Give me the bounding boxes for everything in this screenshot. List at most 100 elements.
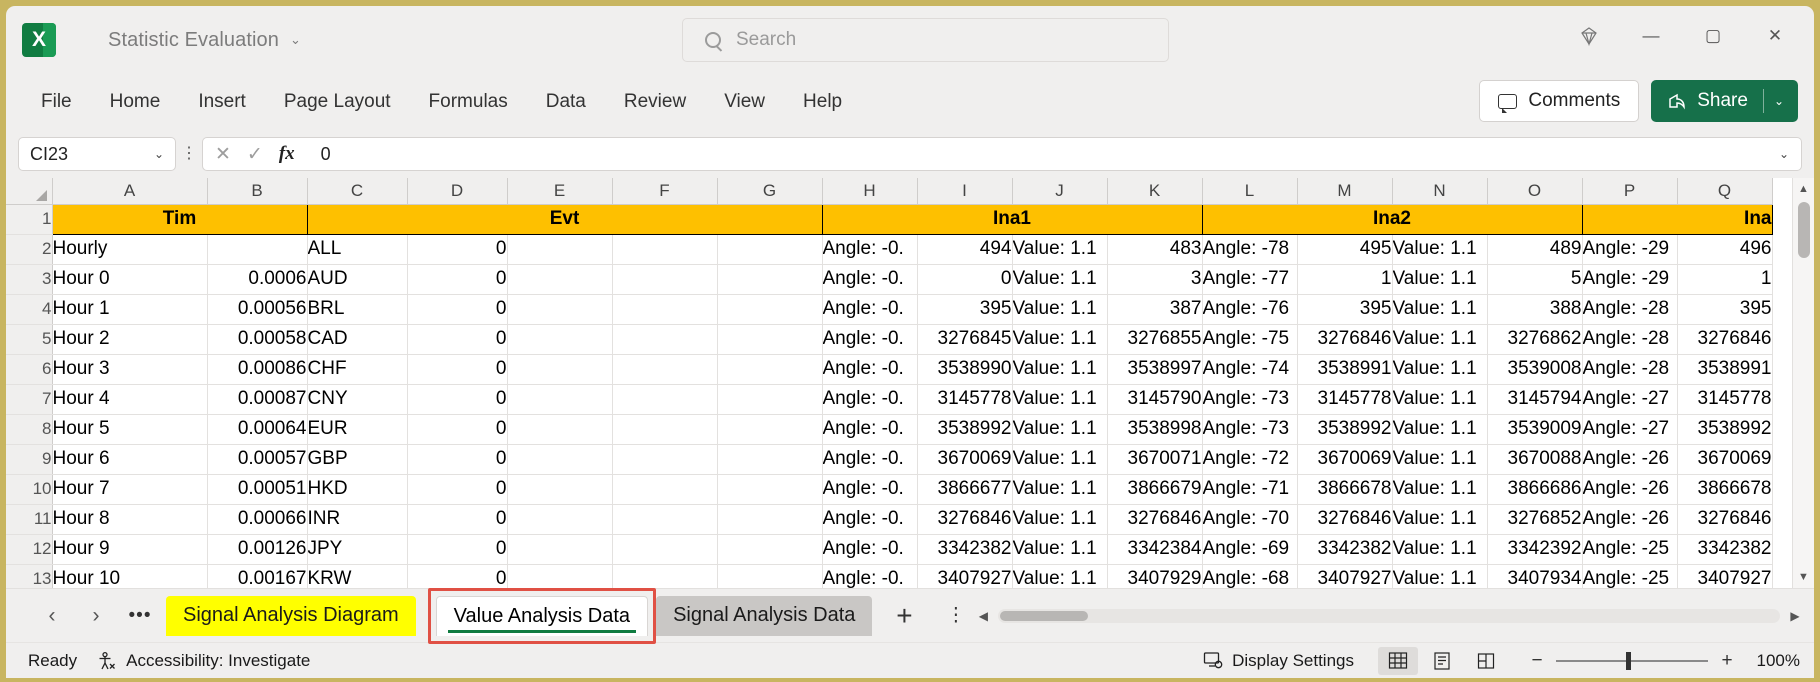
cell-B8[interactable]: 0.00064 <box>207 414 308 445</box>
cell-J12[interactable]: Value: 1.1 <box>1012 534 1108 565</box>
cell-B11[interactable]: 0.00066 <box>207 504 308 535</box>
cell-B6[interactable]: 0.00086 <box>207 354 308 385</box>
cell-C13[interactable]: KRW <box>307 564 408 588</box>
cell-C12[interactable]: JPY <box>307 534 408 565</box>
cell-A4[interactable]: Hour 1 <box>52 294 208 325</box>
chevron-down-icon[interactable]: ⌄ <box>290 32 301 48</box>
cell-L10[interactable]: Angle: -71 <box>1202 474 1298 505</box>
cell-O2[interactable]: 489 <box>1487 234 1583 265</box>
tab-formulas[interactable]: Formulas <box>412 84 525 120</box>
cell-H13[interactable]: Angle: -0. <box>822 564 918 588</box>
cell-O13[interactable]: 3407934 <box>1487 564 1583 588</box>
cell-K12[interactable]: 3342384 <box>1107 534 1203 565</box>
cell-D13[interactable]: 0 <box>407 564 508 588</box>
cell-I3[interactable]: 0 <box>917 264 1013 295</box>
cell-O7[interactable]: 3145794 <box>1487 384 1583 415</box>
cell-A12[interactable]: Hour 9 <box>52 534 208 565</box>
cell-L6[interactable]: Angle: -74 <box>1202 354 1298 385</box>
cell-E5[interactable] <box>507 324 613 355</box>
cell-N3[interactable]: Value: 1.1 <box>1392 264 1488 295</box>
maximize-button[interactable]: ▢ <box>1682 14 1744 58</box>
cell-A10[interactable]: Hour 7 <box>52 474 208 505</box>
cell-E11[interactable] <box>507 504 613 535</box>
column-header-h[interactable]: H <box>822 178 918 205</box>
cell-O9[interactable]: 3670088 <box>1487 444 1583 475</box>
row-header-5[interactable]: 5 <box>6 324 53 355</box>
cell-L8[interactable]: Angle: -73 <box>1202 414 1298 445</box>
formula-input[interactable]: 0 ⌄ <box>306 137 1802 171</box>
column-header-a[interactable]: A <box>52 178 208 205</box>
cell-B4[interactable]: 0.00056 <box>207 294 308 325</box>
column-header-m[interactable]: M <box>1297 178 1393 205</box>
cell-N6[interactable]: Value: 1.1 <box>1392 354 1488 385</box>
cell-H8[interactable]: Angle: -0. <box>822 414 918 445</box>
cell-D12[interactable]: 0 <box>407 534 508 565</box>
cell-N4[interactable]: Value: 1.1 <box>1392 294 1488 325</box>
cell-A3[interactable]: Hour 0 <box>52 264 208 295</box>
cell-G11[interactable] <box>717 504 823 535</box>
group-header-ina2[interactable]: Ina2 <box>1202 204 1583 235</box>
cell-O11[interactable]: 3276852 <box>1487 504 1583 535</box>
cell-N10[interactable]: Value: 1.1 <box>1392 474 1488 505</box>
cell-Q9[interactable]: 3670069 <box>1677 444 1773 475</box>
confirm-entry-icon[interactable]: ✓ <box>247 143 263 166</box>
cell-E6[interactable] <box>507 354 613 385</box>
cell-E7[interactable] <box>507 384 613 415</box>
cell-P3[interactable]: Angle: -29 <box>1582 264 1678 295</box>
cell-G12[interactable] <box>717 534 823 565</box>
column-header-f[interactable]: F <box>612 178 718 205</box>
cell-G9[interactable] <box>717 444 823 475</box>
column-header-o[interactable]: O <box>1487 178 1583 205</box>
cell-B10[interactable]: 0.00051 <box>207 474 308 505</box>
row-header-1[interactable]: 1 <box>6 204 53 235</box>
zoom-in-button[interactable]: + <box>1720 650 1734 672</box>
cell-K10[interactable]: 3866679 <box>1107 474 1203 505</box>
column-header-b[interactable]: B <box>207 178 308 205</box>
sheet-tab-menu-button[interactable]: ⋮ <box>936 604 976 627</box>
group-header-tim[interactable]: Tim <box>52 204 308 235</box>
tab-file[interactable]: File <box>24 84 89 120</box>
cell-B3[interactable]: 0.0006 <box>207 264 308 295</box>
cell-H5[interactable]: Angle: -0. <box>822 324 918 355</box>
sheet-tab-value-analysis-data[interactable]: Value Analysis Data <box>435 595 649 636</box>
cell-M9[interactable]: 3670069 <box>1297 444 1393 475</box>
cell-B13[interactable]: 0.00167 <box>207 564 308 588</box>
cell-H2[interactable]: Angle: -0. <box>822 234 918 265</box>
cell-B9[interactable]: 0.00057 <box>207 444 308 475</box>
cell-I8[interactable]: 3538992 <box>917 414 1013 445</box>
cell-E12[interactable] <box>507 534 613 565</box>
cell-N5[interactable]: Value: 1.1 <box>1392 324 1488 355</box>
cell-Q6[interactable]: 3538991 <box>1677 354 1773 385</box>
cell-C10[interactable]: HKD <box>307 474 408 505</box>
cell-J11[interactable]: Value: 1.1 <box>1012 504 1108 535</box>
cell-J2[interactable]: Value: 1.1 <box>1012 234 1108 265</box>
column-header-n[interactable]: N <box>1392 178 1488 205</box>
cell-C5[interactable]: CAD <box>307 324 408 355</box>
cell-F9[interactable] <box>612 444 718 475</box>
cell-L5[interactable]: Angle: -75 <box>1202 324 1298 355</box>
cell-I7[interactable]: 3145778 <box>917 384 1013 415</box>
cell-M13[interactable]: 3407927 <box>1297 564 1393 588</box>
cell-A8[interactable]: Hour 5 <box>52 414 208 445</box>
page-break-view-button[interactable] <box>1466 647 1506 675</box>
vertical-scroll-thumb[interactable] <box>1797 202 1810 258</box>
cell-M2[interactable]: 495 <box>1297 234 1393 265</box>
cell-Q8[interactable]: 3538992 <box>1677 414 1773 445</box>
cell-J8[interactable]: Value: 1.1 <box>1012 414 1108 445</box>
cell-C4[interactable]: BRL <box>307 294 408 325</box>
cell-Q3[interactable]: 1 <box>1677 264 1773 295</box>
comments-button[interactable]: Comments <box>1479 80 1640 122</box>
group-header-ina[interactable]: Ina <box>1582 204 1773 235</box>
cell-A5[interactable]: Hour 2 <box>52 324 208 355</box>
cell-G8[interactable] <box>717 414 823 445</box>
cell-D6[interactable]: 0 <box>407 354 508 385</box>
cell-P10[interactable]: Angle: -26 <box>1582 474 1678 505</box>
cell-L13[interactable]: Angle: -68 <box>1202 564 1298 588</box>
cell-D4[interactable]: 0 <box>407 294 508 325</box>
cell-N7[interactable]: Value: 1.1 <box>1392 384 1488 415</box>
cell-C3[interactable]: AUD <box>307 264 408 295</box>
formula-expand-chevron-down-icon[interactable]: ⌄ <box>1779 147 1789 161</box>
cell-I5[interactable]: 3276845 <box>917 324 1013 355</box>
cell-K4[interactable]: 387 <box>1107 294 1203 325</box>
row-header-7[interactable]: 7 <box>6 384 53 415</box>
